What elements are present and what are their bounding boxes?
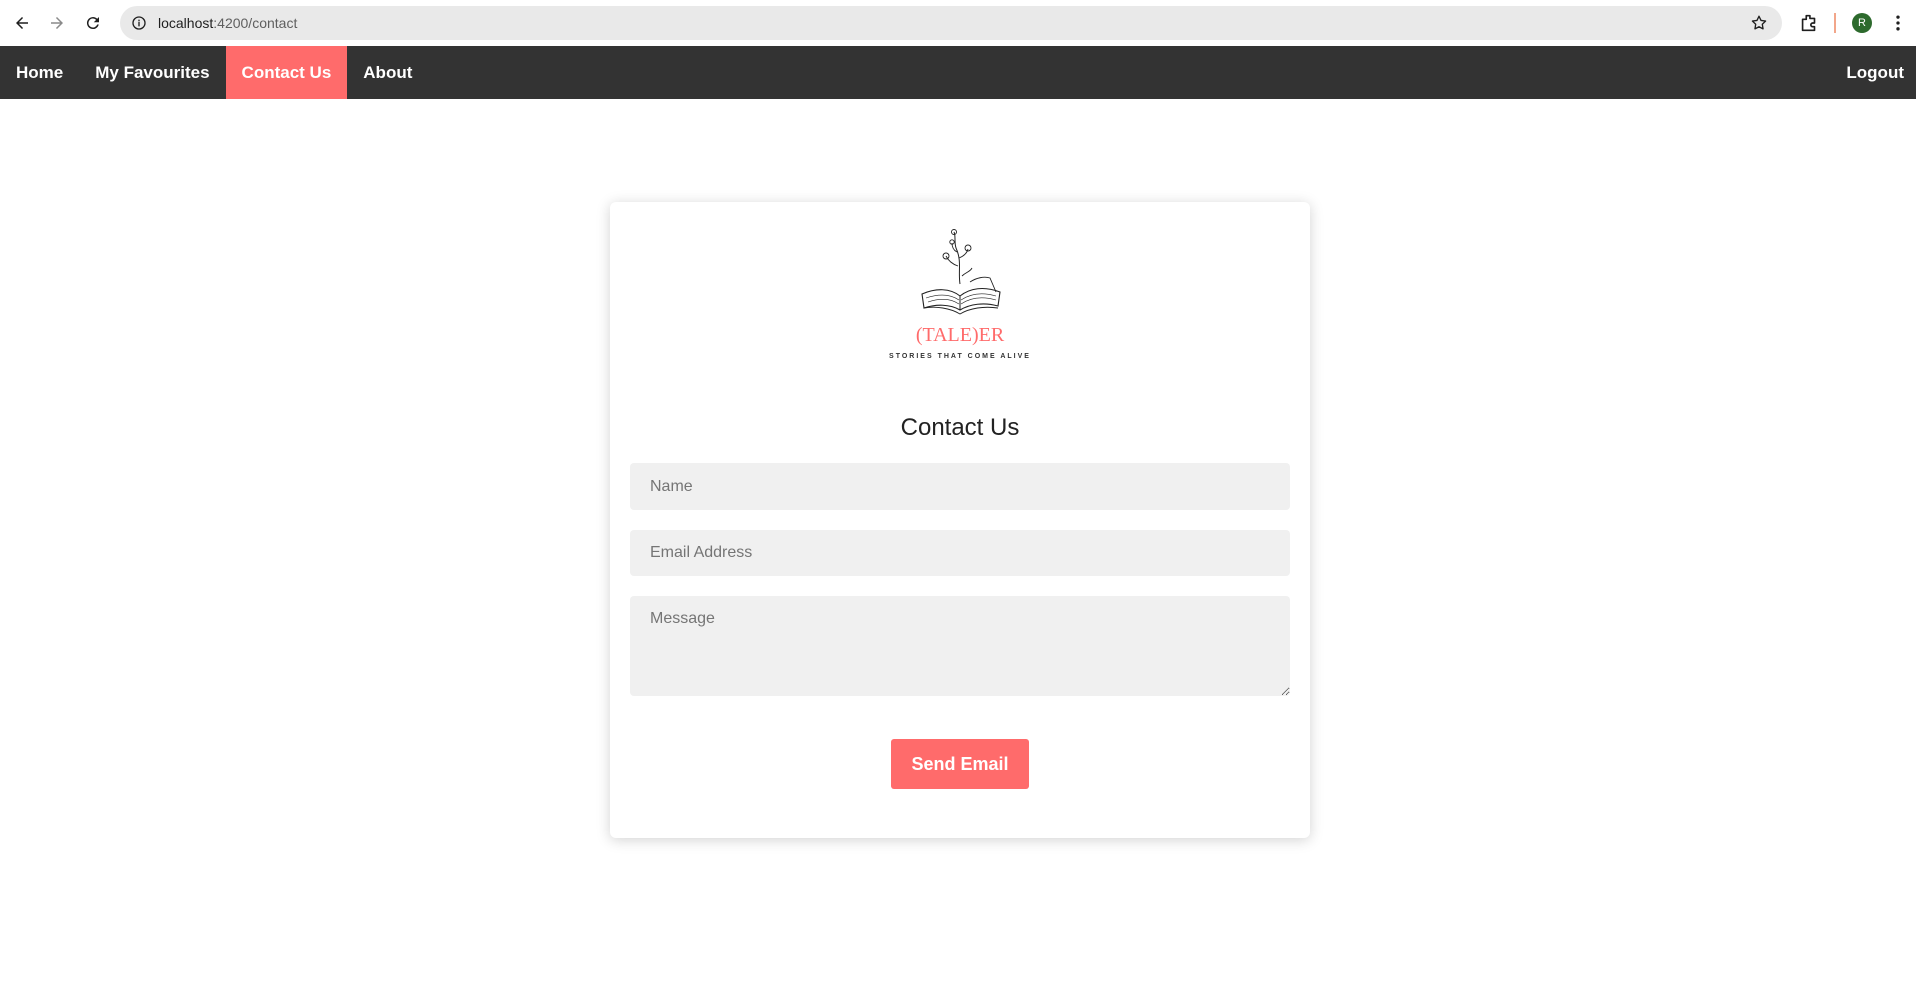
- main-navbar: Home My Favourites Contact Us About Logo…: [0, 46, 1916, 99]
- nav-home[interactable]: Home: [0, 46, 79, 99]
- nav-about[interactable]: About: [347, 46, 428, 99]
- url-path: :4200/contact: [213, 15, 298, 31]
- reload-icon[interactable]: [75, 5, 111, 41]
- brand-name: (TALE)ER: [915, 324, 1005, 346]
- toolbar-divider: [1834, 13, 1836, 33]
- open-book-flower-icon: [921, 229, 1001, 315]
- browser-toolbar: localhost:4200/contact R: [0, 0, 1916, 46]
- contact-card: (TALE)ER STORIES THAT COME ALIVE Contact…: [610, 202, 1310, 838]
- message-textarea[interactable]: [630, 596, 1290, 696]
- site-info-icon[interactable]: [130, 14, 148, 32]
- logout-link[interactable]: Logout: [1830, 46, 1916, 99]
- brand-tagline: STORIES THAT COME ALIVE: [889, 353, 1031, 360]
- url-host: localhost: [158, 15, 214, 31]
- more-vertical-icon[interactable]: [1888, 12, 1908, 34]
- profile-avatar[interactable]: R: [1852, 13, 1872, 33]
- send-email-button[interactable]: Send Email: [891, 739, 1029, 789]
- forward-icon[interactable]: [39, 5, 75, 41]
- page-title: Contact Us: [900, 414, 1020, 441]
- bookmark-star-icon[interactable]: [1750, 14, 1768, 32]
- extensions-puzzle-icon[interactable]: [1798, 12, 1820, 34]
- address-bar[interactable]: localhost:4200/contact: [120, 6, 1782, 40]
- email-input[interactable]: [630, 530, 1290, 576]
- nav-my-favourites[interactable]: My Favourites: [79, 46, 225, 99]
- nav-contact-us[interactable]: Contact Us: [225, 46, 348, 99]
- url-text: localhost:4200/contact: [158, 15, 297, 31]
- brand-logo: (TALE)ER STORIES THAT COME ALIVE: [880, 226, 1040, 371]
- nav-spacer: [428, 46, 1830, 99]
- name-input[interactable]: [630, 463, 1290, 510]
- back-icon[interactable]: [4, 5, 40, 41]
